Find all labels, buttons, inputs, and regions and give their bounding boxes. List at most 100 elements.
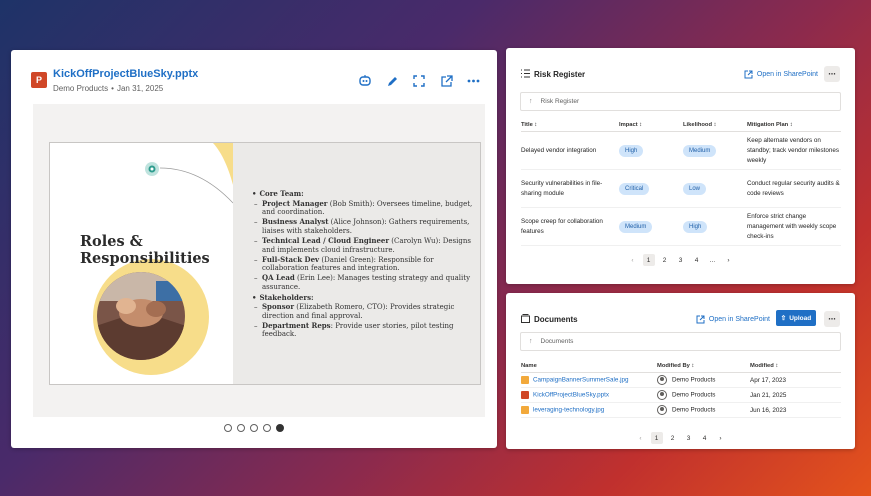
documents-table: Name Modified By ↕ Modified ↕ CampaignBann… <box>521 363 841 418</box>
avatar <box>657 405 667 415</box>
document-row[interactable]: KickOffProjectBlueSky.pptx Demo Products J… <box>521 387 841 403</box>
page-button[interactable]: 1 <box>650 432 663 444</box>
risk-open-sharepoint-link[interactable]: Open in SharePoint <box>744 70 818 79</box>
risk-column-header[interactable]: Title ↕ <box>521 122 619 132</box>
risk-row[interactable]: Scope creep for collaboration features Me… <box>521 207 841 246</box>
document-row[interactable]: leveraging-technology.jpg Demo Products Ju… <box>521 402 841 418</box>
copilot-icon[interactable] <box>357 73 373 89</box>
risk-pagination: ‹ 1 2 3 4... › <box>506 254 855 266</box>
document-row[interactable]: CampaignBannerSummerSale.jpg Demo Product… <box>521 372 841 388</box>
impact-cell: Critical <box>619 169 683 208</box>
previous-page-icon[interactable]: ‹ <box>627 254 639 266</box>
risk-open-label: Open in SharePoint <box>756 71 818 78</box>
impact-cell: Medium <box>619 207 683 246</box>
document-link[interactable]: KickOffProjectBlueSky.pptx <box>533 392 609 399</box>
impact-pill: Critical <box>619 182 650 195</box>
page-button[interactable]: 3 <box>675 254 687 266</box>
risk-row[interactable]: Delayed vendor integration High Medium Keep… <box>521 131 841 170</box>
risk-title: Risk Register <box>534 70 586 79</box>
page-button[interactable]: 2 <box>659 254 671 266</box>
open-external-icon <box>696 315 705 324</box>
document-name-cell: KickOffProjectBlueSky.pptx <box>521 387 657 403</box>
risk-more-button[interactable]: ··· <box>824 66 840 82</box>
expand-icon[interactable] <box>411 73 427 89</box>
document-link[interactable]: leveraging-technology.jpg <box>533 407 604 414</box>
slide-title-line1: Roles & <box>80 233 143 250</box>
slide-bullet: Sponsor (Elizabeth Romero, CTO): Provide… <box>252 302 478 320</box>
slide-dot[interactable] <box>224 424 232 432</box>
risk-title-cell: Delayed vendor integration <box>521 131 619 170</box>
docs-open-sharepoint-link[interactable]: Open in SharePoint <box>696 315 770 324</box>
documents-card: Documents Open in SharePoint ⇧ Upload ··… <box>506 293 855 449</box>
docs-breadcrumb-label: Documents <box>540 338 574 345</box>
page-button[interactable]: 2 <box>667 432 679 444</box>
up-arrow-icon[interactable]: ↑ <box>529 338 533 345</box>
slide: Roles & Responsibilities Core Team:Proje… <box>49 142 481 385</box>
previous-page-icon[interactable]: ‹ <box>635 432 647 444</box>
document-name-cell: CampaignBannerSummerSale.jpg <box>521 372 657 388</box>
page-button[interactable]: 1 <box>642 254 655 266</box>
risk-register-card: Risk Register Open in SharePoint ··· ↑ R… <box>506 48 855 284</box>
page-button[interactable]: 4 <box>691 254 703 266</box>
modified-date-cell: Apr 17, 2023 <box>750 372 841 388</box>
slide-dot[interactable] <box>237 424 245 432</box>
powerpoint-file-icon: P <box>31 72 47 88</box>
impact-cell: High <box>619 131 683 170</box>
risk-row[interactable]: Security vulnerabilities in file-sharing… <box>521 169 841 208</box>
preview-actions <box>357 73 481 89</box>
mitigation-cell: Conduct regular security audits & code r… <box>747 169 841 208</box>
risk-header: Risk Register Open in SharePoint ··· <box>521 66 840 84</box>
slide-dot[interactable] <box>263 424 271 432</box>
modified-by-name: Demo Products <box>672 376 716 384</box>
risk-breadcrumb[interactable]: ↑ Risk Register <box>520 92 841 111</box>
file-date: Jan 31, 2025 <box>116 84 164 93</box>
next-page-icon[interactable]: › <box>715 432 727 444</box>
list-icon <box>521 69 530 78</box>
risk-column-header[interactable]: Mitigation Plan ↕ <box>747 122 841 132</box>
mitigation-cell: Enforce strict change management with we… <box>747 207 841 246</box>
team-hands-photo <box>97 272 185 360</box>
docs-breadcrumb[interactable]: ↑ Documents <box>520 332 841 351</box>
next-page-icon[interactable]: › <box>723 254 735 266</box>
column-label: Impact <box>619 122 638 128</box>
likelihood-pill: Low <box>683 182 707 195</box>
up-arrow-icon[interactable]: ↑ <box>529 98 533 105</box>
slide-title-line2: Responsibilities <box>80 250 210 267</box>
modified-date-cell: Jun 16, 2023 <box>750 402 841 418</box>
open-external-icon <box>744 70 753 79</box>
page-button[interactable]: 4 <box>699 432 711 444</box>
slide-section-heading: Core Team: <box>252 189 478 199</box>
risk-column-header[interactable]: Impact ↕ <box>619 122 683 132</box>
docs-column-header[interactable]: Modified ↕ <box>750 363 841 373</box>
docs-open-label: Open in SharePoint <box>708 316 770 323</box>
docs-column-header[interactable]: Modified By ↕ <box>657 363 750 373</box>
sort-icon: ↕ <box>773 363 779 369</box>
avatar <box>657 375 667 385</box>
docs-more-button[interactable]: ··· <box>824 311 840 327</box>
pencil-icon[interactable] <box>384 73 400 89</box>
slide-dot[interactable] <box>276 424 284 432</box>
page-button[interactable]: 3 <box>683 432 695 444</box>
risk-column-header[interactable]: Likelihood ↕ <box>683 122 747 132</box>
more-icon[interactable] <box>465 73 481 89</box>
slide-section-heading: Stakeholders: <box>252 293 478 303</box>
slide-bullet: Project Manager (Bob Smith): Oversees ti… <box>252 199 478 217</box>
column-label: Mitigation Plan <box>747 122 789 128</box>
modified-date-cell: Jan 21, 2025 <box>750 387 841 403</box>
likelihood-pill: High <box>683 220 708 233</box>
risk-table: Title ↕ Impact ↕ Likelihood ↕ Mitigation Pl… <box>521 122 841 246</box>
upload-button[interactable]: ⇧ Upload <box>776 310 816 326</box>
sort-icon: ↕ <box>712 122 717 128</box>
file-site: Demo Products <box>53 84 109 93</box>
sort-icon: ↕ <box>532 122 538 128</box>
open-external-icon[interactable] <box>438 73 454 89</box>
upload-label: Upload <box>789 314 812 322</box>
modified-by-cell: Demo Products <box>657 402 750 418</box>
file-name-link[interactable]: KickOffProjectBlueSky.pptx <box>53 68 198 80</box>
page-button[interactable]: ... <box>707 254 719 266</box>
document-link[interactable]: CampaignBannerSummerSale.jpg <box>533 377 629 384</box>
slide-dot[interactable] <box>250 424 258 432</box>
docs-column-header[interactable]: Name <box>521 363 657 373</box>
slide-bullet: Department Reps: Provide user stories, p… <box>252 321 478 339</box>
sort-icon: ↕ <box>788 122 793 128</box>
